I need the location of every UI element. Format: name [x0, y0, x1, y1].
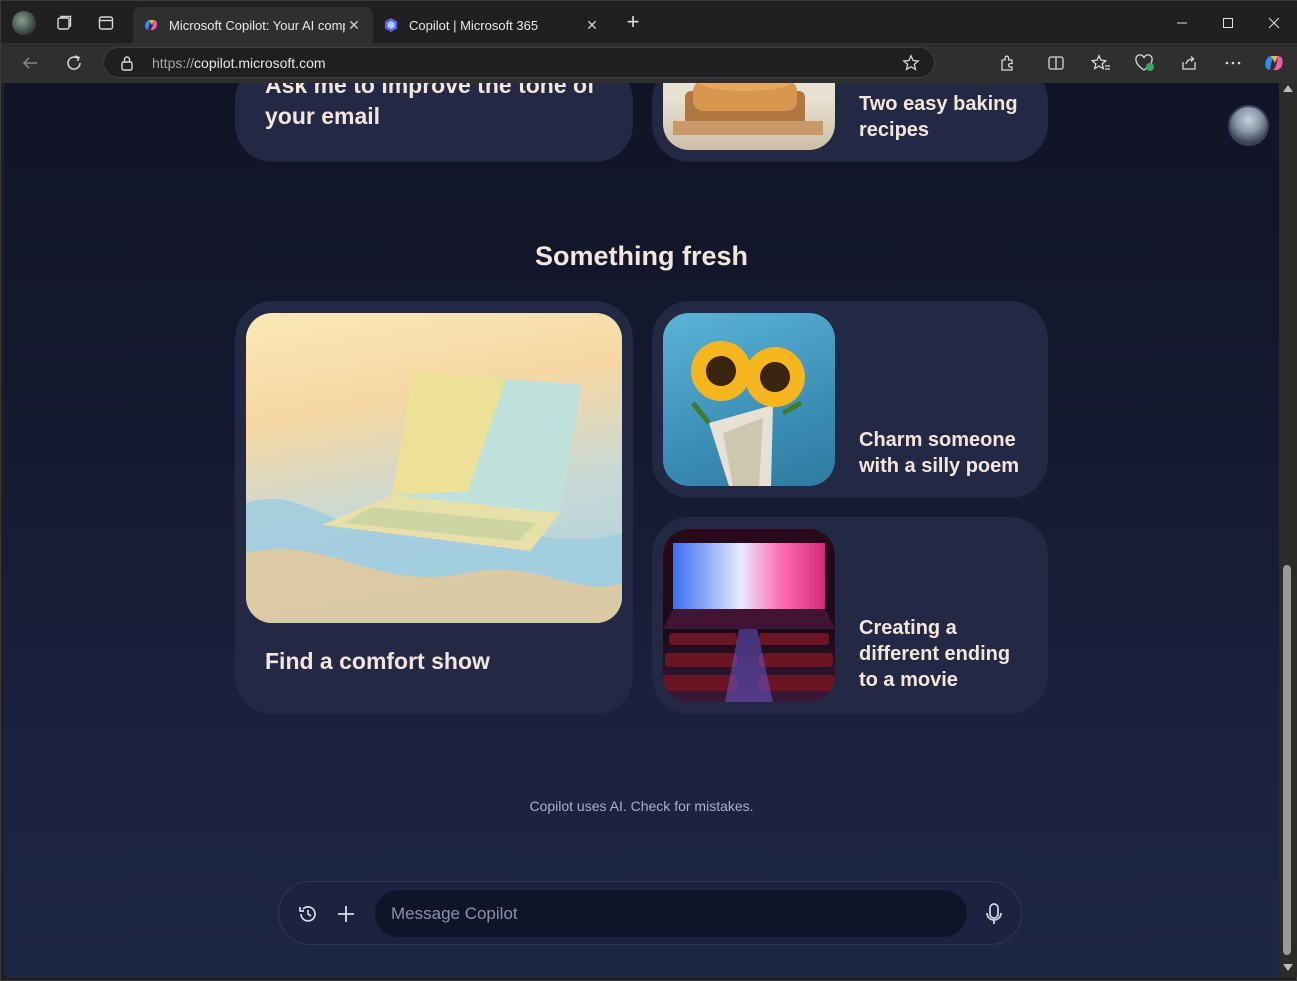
suggestion-card-comfort-show[interactable]: Find a comfort show [235, 301, 633, 714]
history-icon[interactable] [295, 901, 321, 927]
tab-close-icon[interactable]: ✕ [345, 17, 363, 34]
browser-toolbar: https://copilot.microsoft.com [1, 43, 1297, 83]
refresh-icon[interactable] [61, 50, 87, 76]
suggestion-card-email-tone[interactable]: Ask me to improve the tone of your email [235, 83, 633, 162]
extensions-icon[interactable] [995, 50, 1021, 76]
browser-essentials-icon[interactable] [1132, 50, 1158, 76]
copilot-favicon-icon [145, 20, 157, 30]
message-composer: Message Copilot [278, 881, 1022, 945]
page-scrollbar[interactable] [1279, 83, 1297, 977]
tab-title: Microsoft Copilot: Your AI compan [169, 17, 345, 33]
scroll-down-icon[interactable] [1283, 964, 1293, 971]
split-screen-icon[interactable] [1043, 50, 1069, 76]
card-label: Creating a different ending to a movie [859, 617, 1011, 691]
new-tab-icon[interactable]: + [621, 11, 645, 35]
movie-theater-image [663, 529, 835, 702]
message-placeholder: Message Copilot [391, 904, 518, 923]
workspaces-icon[interactable] [51, 10, 77, 36]
tab-actions-icon[interactable] [93, 10, 119, 36]
copilot-page: Ask me to improve the tone of your email… [4, 83, 1279, 977]
minimize-icon[interactable] [1159, 9, 1205, 37]
tab-strip: Microsoft Copilot: Your AI compan ✕ Copi… [1, 1, 1297, 43]
profile-icon[interactable] [11, 10, 37, 36]
suggestion-card-movie-ending[interactable]: Creating a different ending to a movie [652, 517, 1048, 714]
scroll-up-icon[interactable] [1283, 85, 1293, 92]
laptop-image [246, 313, 622, 623]
favorite-star-icon[interactable] [902, 54, 920, 76]
share-icon[interactable] [1176, 50, 1202, 76]
avatar[interactable] [1228, 105, 1269, 146]
tab-title: Copilot | Microsoft 365 [409, 17, 539, 33]
card-label: Two easy baking recipes [859, 93, 1018, 141]
address-bar[interactable]: https://copilot.microsoft.com [103, 47, 935, 78]
url-text: https://copilot.microsoft.com [152, 55, 326, 71]
tab-copilot-m365[interactable]: Copilot | Microsoft 365 ✕ [373, 7, 611, 43]
close-window-icon[interactable] [1251, 9, 1297, 37]
card-label: Charm someone with a silly poem [859, 429, 1020, 477]
ai-disclaimer: Copilot uses AI. Check for mistakes. [529, 798, 754, 814]
microphone-icon[interactable] [981, 901, 1007, 927]
suggestion-card-baking[interactable]: Two easy baking recipes [652, 83, 1048, 162]
browser-window: Microsoft Copilot: Your AI compan ✕ Copi… [0, 0, 1297, 981]
maximize-icon[interactable] [1205, 9, 1251, 37]
section-heading: Something fresh [534, 241, 749, 271]
tab-copilot[interactable]: Microsoft Copilot: Your AI compan ✕ [133, 7, 373, 43]
message-input[interactable]: Message Copilot [375, 890, 967, 937]
card-label: Ask me to improve the tone of your email [265, 83, 595, 129]
tab-close-icon[interactable]: ✕ [583, 17, 601, 34]
baking-image [663, 83, 835, 150]
card-label: Find a comfort show [265, 648, 490, 674]
sunflowers-image [663, 313, 835, 486]
suggestion-card-silly-poem[interactable]: Charm someone with a silly poem [652, 301, 1048, 498]
favorites-icon[interactable] [1088, 50, 1114, 76]
copilot-icon[interactable] [1261, 50, 1287, 76]
scrollbar-thumb[interactable] [1283, 565, 1291, 955]
more-icon[interactable] [1220, 50, 1246, 76]
add-icon[interactable] [333, 901, 359, 927]
back-icon[interactable] [17, 50, 43, 76]
lock-icon[interactable] [120, 55, 134, 75]
m365-copilot-favicon-icon [385, 18, 397, 32]
